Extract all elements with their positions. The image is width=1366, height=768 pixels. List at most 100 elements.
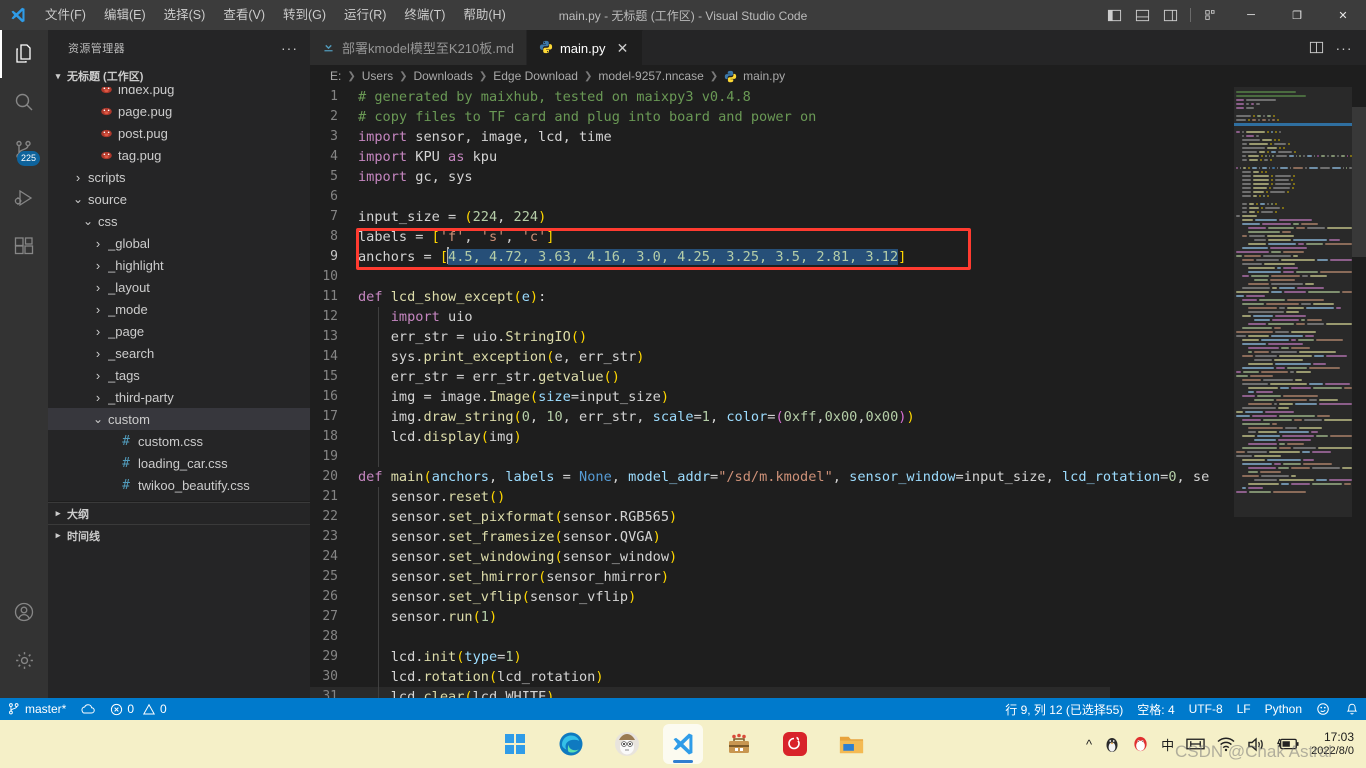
taskbar-file-explorer[interactable] bbox=[831, 724, 871, 764]
toggle-primary-sidebar-icon[interactable] bbox=[1101, 1, 1127, 29]
status-feedback[interactable] bbox=[1309, 698, 1338, 720]
tree-item-index.pug[interactable]: index.pug bbox=[48, 87, 310, 100]
status-indentation[interactable]: 空格: 4 bbox=[1130, 698, 1181, 720]
status-problems[interactable]: 0 0 bbox=[103, 698, 173, 720]
editor-scrollbar[interactable] bbox=[1352, 87, 1366, 698]
activitybar-item-run-and-debug[interactable] bbox=[0, 174, 48, 222]
sidebar-more-actions-icon[interactable]: ··· bbox=[281, 40, 298, 56]
window-maximize-button[interactable]: ❐ bbox=[1274, 0, 1320, 30]
tree-item-index.styl[interactable]: index.styl bbox=[48, 496, 310, 501]
code-line[interactable]: 30 lcd.rotation(lcd_rotation) bbox=[310, 667, 1366, 687]
taskbar-vscode[interactable] bbox=[663, 724, 703, 764]
code-line[interactable]: 3import sensor, image, lcd, time bbox=[310, 127, 1366, 147]
code-line[interactable]: 9anchors = [4.5, 4.72, 3.63, 4.16, 3.0, … bbox=[310, 247, 1366, 267]
code-line[interactable]: 14 sys.print_exception(e, err_str) bbox=[310, 347, 1366, 367]
status-sync[interactable] bbox=[73, 698, 103, 720]
code-line[interactable]: 5import gc, sys bbox=[310, 167, 1366, 187]
menu-file[interactable]: 文件(F) bbox=[36, 0, 95, 30]
tree-item-_mode[interactable]: ›_mode bbox=[48, 298, 310, 320]
activitybar-item-search[interactable] bbox=[0, 78, 48, 126]
taskbar-character[interactable] bbox=[607, 724, 647, 764]
customize-layout-icon[interactable] bbox=[1198, 1, 1224, 29]
keyboard-icon[interactable] bbox=[1186, 737, 1205, 751]
window-close-button[interactable]: ✕ bbox=[1320, 0, 1366, 30]
close-icon[interactable]: ✕ bbox=[614, 40, 630, 57]
tree-item-twikoo_beautify.css[interactable]: #twikoo_beautify.css bbox=[48, 474, 310, 496]
status-eol[interactable]: LF bbox=[1230, 698, 1258, 720]
scrollbar-thumb[interactable] bbox=[1352, 107, 1366, 257]
code-line[interactable]: 1# generated by maixhub, tested on maixp… bbox=[310, 87, 1366, 107]
tree-item-_search[interactable]: ›_search bbox=[48, 342, 310, 364]
tree-item-scripts[interactable]: ›scripts bbox=[48, 166, 310, 188]
tree-item-css[interactable]: ⌄css bbox=[48, 210, 310, 232]
code-line[interactable]: 16 img = image.Image(size=input_size) bbox=[310, 387, 1366, 407]
menu-go[interactable]: 转到(G) bbox=[274, 0, 335, 30]
menu-selection[interactable]: 选择(S) bbox=[155, 0, 215, 30]
code-line[interactable]: 27 sensor.run(1) bbox=[310, 607, 1366, 627]
taskbar-toolbox[interactable] bbox=[719, 724, 759, 764]
code-line[interactable]: 2# copy files to TF card and plug into b… bbox=[310, 107, 1366, 127]
timeline-section[interactable]: ▸ 时间线 bbox=[48, 524, 310, 546]
code-line[interactable]: 20def main(anchors, labels = None, model… bbox=[310, 467, 1366, 487]
code-line[interactable]: 13 err_str = uio.StringIO() bbox=[310, 327, 1366, 347]
breadcrumb-item-drive[interactable]: E: bbox=[330, 69, 341, 83]
code-line[interactable]: 21 sensor.reset() bbox=[310, 487, 1366, 507]
code-line[interactable]: 24 sensor.set_windowing(sensor_window) bbox=[310, 547, 1366, 567]
tree-item-_tags[interactable]: ›_tags bbox=[48, 364, 310, 386]
activitybar-item-accounts[interactable] bbox=[0, 588, 48, 636]
breadcrumb-item-main-py[interactable]: main.py bbox=[743, 69, 785, 83]
code-line[interactable]: 26 sensor.set_vflip(sensor_vflip) bbox=[310, 587, 1366, 607]
status-cursor-position[interactable]: 行 9, 列 12 (已选择55) bbox=[998, 698, 1130, 720]
battery-charging-icon[interactable] bbox=[1277, 737, 1299, 751]
toggle-secondary-sidebar-icon[interactable] bbox=[1157, 1, 1183, 29]
code-line[interactable]: 23 sensor.set_framesize(sensor.QVGA) bbox=[310, 527, 1366, 547]
speaker-icon[interactable] bbox=[1247, 737, 1265, 752]
penguin-icon[interactable] bbox=[1104, 735, 1120, 753]
activitybar-item-explorer[interactable] bbox=[0, 30, 48, 78]
tree-item-post.pug[interactable]: post.pug bbox=[48, 122, 310, 144]
taskbar-netease-music[interactable] bbox=[775, 724, 815, 764]
tree-item-_third-party[interactable]: ›_third-party bbox=[48, 386, 310, 408]
tree-item-source[interactable]: ⌄source bbox=[48, 188, 310, 210]
menu-terminal[interactable]: 终端(T) bbox=[395, 0, 454, 30]
workspace-section-header[interactable]: ▾ 无标题 (工作区) bbox=[48, 65, 310, 87]
code-line[interactable]: 7input_size = (224, 224) bbox=[310, 207, 1366, 227]
tab-main-py[interactable]: main.py ✕ bbox=[527, 30, 644, 65]
window-minimize-button[interactable]: ─ bbox=[1228, 0, 1274, 30]
tree-item-_layout[interactable]: ›_layout bbox=[48, 276, 310, 298]
activitybar-item-source-control[interactable]: 225 bbox=[0, 126, 48, 174]
breadcrumb-item-downloads[interactable]: Downloads bbox=[413, 69, 472, 83]
tree-item-custom[interactable]: ⌄custom bbox=[48, 408, 310, 430]
chevron-up-icon[interactable]: ^ bbox=[1086, 737, 1092, 752]
status-encoding[interactable]: UTF-8 bbox=[1182, 698, 1230, 720]
code-line[interactable]: 15 err_str = err_str.getvalue() bbox=[310, 367, 1366, 387]
tree-item-_highlight[interactable]: ›_highlight bbox=[48, 254, 310, 276]
code-line[interactable]: 12 import uio bbox=[310, 307, 1366, 327]
code-line[interactable]: 22 sensor.set_pixformat(sensor.RGB565) bbox=[310, 507, 1366, 527]
start-button[interactable] bbox=[495, 724, 535, 764]
code-line[interactable]: 29 lcd.init(type=1) bbox=[310, 647, 1366, 667]
outline-section[interactable]: ▸ 大纲 bbox=[48, 502, 310, 524]
code-line[interactable]: 19 bbox=[310, 447, 1366, 467]
ime-icon[interactable]: 中 bbox=[1161, 735, 1174, 754]
code-line[interactable]: 6 bbox=[310, 187, 1366, 207]
taskbar-edge[interactable] bbox=[551, 724, 591, 764]
code-line[interactable]: 4import KPU as kpu bbox=[310, 147, 1366, 167]
code-line[interactable]: 11def lcd_show_except(e): bbox=[310, 287, 1366, 307]
taskbar-clock[interactable]: 17:03 2022/8/0 bbox=[1311, 730, 1358, 758]
status-notifications[interactable] bbox=[1338, 698, 1366, 720]
code-line[interactable]: 31 lcd.clear(lcd.WHITE) bbox=[310, 687, 1366, 698]
tree-item-page.pug[interactable]: page.pug bbox=[48, 100, 310, 122]
toggle-panel-icon[interactable] bbox=[1129, 1, 1155, 29]
code-line[interactable]: 8labels = ['f', 's', 'c'] bbox=[310, 227, 1366, 247]
code-editor[interactable]: 1# generated by maixhub, tested on maixp… bbox=[310, 87, 1366, 698]
split-editor-icon[interactable] bbox=[1304, 36, 1328, 60]
status-language-mode[interactable]: Python bbox=[1258, 698, 1309, 720]
code-line[interactable]: 18 lcd.display(img) bbox=[310, 427, 1366, 447]
menu-view[interactable]: 查看(V) bbox=[214, 0, 274, 30]
menu-edit[interactable]: 编辑(E) bbox=[95, 0, 155, 30]
breadcrumb-item-nncase[interactable]: model-9257.nncase bbox=[598, 69, 703, 83]
breadcrumb-item-users[interactable]: Users bbox=[362, 69, 393, 83]
wifi-icon[interactable] bbox=[1217, 737, 1235, 752]
tree-item-tag.pug[interactable]: tag.pug bbox=[48, 144, 310, 166]
